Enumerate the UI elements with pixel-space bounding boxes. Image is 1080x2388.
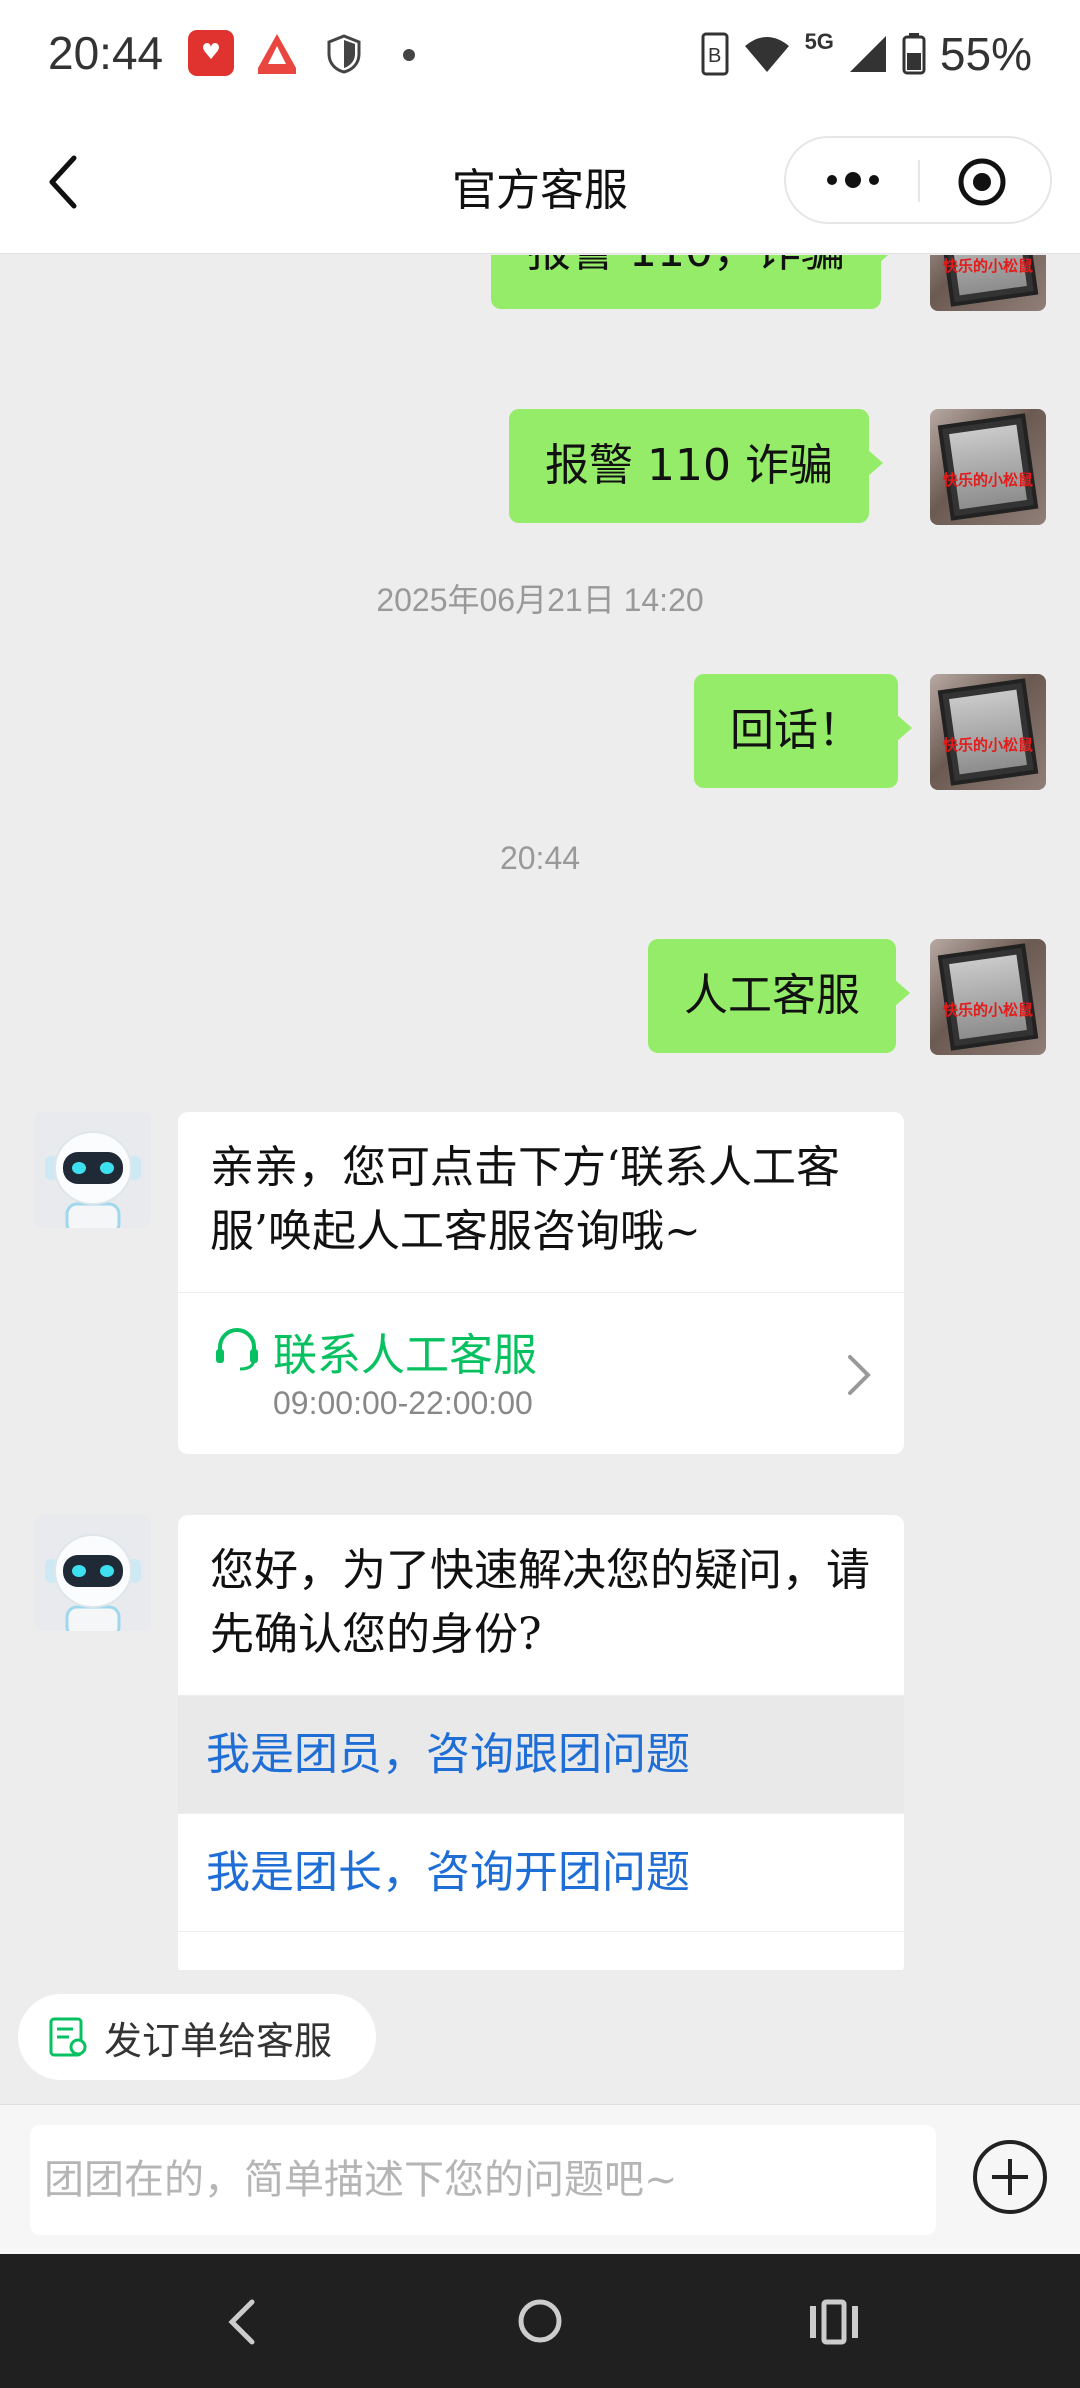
bot-message-card: 亲亲，您可点击下方‘联系人工客服’唤起人工客服咨询哦~ 联系人工客服 09:00… (178, 1112, 904, 1454)
app-notification-icon: ♥ (188, 30, 234, 76)
avatar-caption: 快乐的小松鼠 (942, 1001, 1033, 1019)
option-member-question[interactable]: 我是团员，咨询跟团问题 (178, 1695, 904, 1813)
my-message-bubble[interactable]: 报警 110，诈骗 (491, 255, 895, 309)
plus-icon[interactable] (970, 2137, 1050, 2217)
bot-message-text: 您好，为了快速解决您的疑问，请先确认您的身份? (210, 1545, 870, 1660)
battery-percent: 55% (939, 28, 1032, 80)
option-more[interactable] (178, 1931, 904, 1970)
system-recents-icon[interactable] (806, 2294, 862, 2350)
my-avatar[interactable]: 快乐的小松鼠 (930, 255, 1046, 311)
app-notification-icon-2 (258, 34, 296, 74)
headset-icon (216, 1328, 258, 1371)
robot-icon (45, 1131, 141, 1228)
bot-message-text: 亲亲，您可点击下方‘联系人工客服’唤起人工客服咨询哦~ (210, 1142, 840, 1257)
contact-human-agent-link[interactable]: 联系人工客服 09:00:00-22:00:00 (178, 1292, 904, 1454)
chat-area[interactable]: 报警 110，诈骗 快乐的小松鼠 报警 110 诈骗 快乐的小松鼠 2025年0… (0, 255, 1080, 1970)
option-leader-question[interactable]: 我是团长，咨询开团问题 (178, 1813, 904, 1931)
avatar-caption: 快乐的小松鼠 (942, 257, 1033, 275)
close-target-icon[interactable] (956, 156, 1008, 208)
navigation-bar: 官方客服 (0, 108, 1080, 254)
avatar-picture (937, 413, 1039, 521)
system-home-icon[interactable] (515, 2296, 565, 2346)
my-avatar[interactable]: 快乐的小松鼠 (930, 409, 1046, 525)
avatar-picture (937, 678, 1039, 786)
input-bar (0, 2104, 1080, 2254)
my-avatar[interactable]: 快乐的小松鼠 (930, 939, 1046, 1055)
my-message-bubble[interactable]: 回话！ (694, 674, 912, 788)
notification-dot (403, 49, 415, 61)
robot-icon (45, 1534, 141, 1631)
bot-avatar[interactable] (35, 1112, 151, 1228)
battery-icon (902, 33, 926, 75)
link-title: 联系人工客服 (273, 1330, 537, 1381)
nfc-icon: B (701, 32, 729, 76)
service-hours: 09:00:00-22:00:00 (273, 1385, 533, 1421)
message-input[interactable] (30, 2125, 936, 2235)
status-bar: 20:44 ♥ B 5G 55% (0, 0, 1080, 108)
chat-timestamp: 2025年06月21日 14:20 (376, 582, 704, 618)
my-message-bubble[interactable]: 报警 110 诈骗 (509, 409, 883, 523)
wifi-icon (744, 37, 789, 72)
status-right: B 5G 55% (701, 26, 1032, 82)
my-avatar[interactable]: 快乐的小松鼠 (930, 674, 1046, 790)
order-document-icon (49, 2017, 87, 2057)
send-order-label: 发订单给客服 (104, 2018, 333, 2063)
capsule-divider (918, 160, 920, 202)
network-type: 5G (804, 29, 834, 54)
chevron-right-icon (848, 1355, 871, 1395)
system-navigation-bar (0, 2254, 1080, 2388)
avatar-picture (937, 943, 1039, 1051)
avatar-caption: 快乐的小松鼠 (942, 471, 1033, 489)
signal-icon (849, 36, 886, 72)
svg-text:B: B (708, 45, 721, 67)
chat-timestamp: 20:44 (499, 840, 581, 876)
more-icon[interactable] (808, 152, 898, 208)
system-back-icon[interactable] (218, 2294, 268, 2350)
shield-icon (327, 34, 361, 74)
mini-program-capsule (784, 136, 1052, 224)
status-time: 20:44 (48, 27, 164, 79)
avatar-caption: 快乐的小松鼠 (942, 736, 1033, 754)
send-order-button[interactable]: 发订单给客服 (18, 1994, 376, 2080)
bot-question-card: 您好，为了快速解决您的疑问，请先确认您的身份? 我是团员，咨询跟团问题 我是团长… (178, 1515, 904, 1970)
my-message-bubble[interactable]: 人工客服 (648, 939, 910, 1053)
bot-avatar[interactable] (35, 1515, 151, 1631)
